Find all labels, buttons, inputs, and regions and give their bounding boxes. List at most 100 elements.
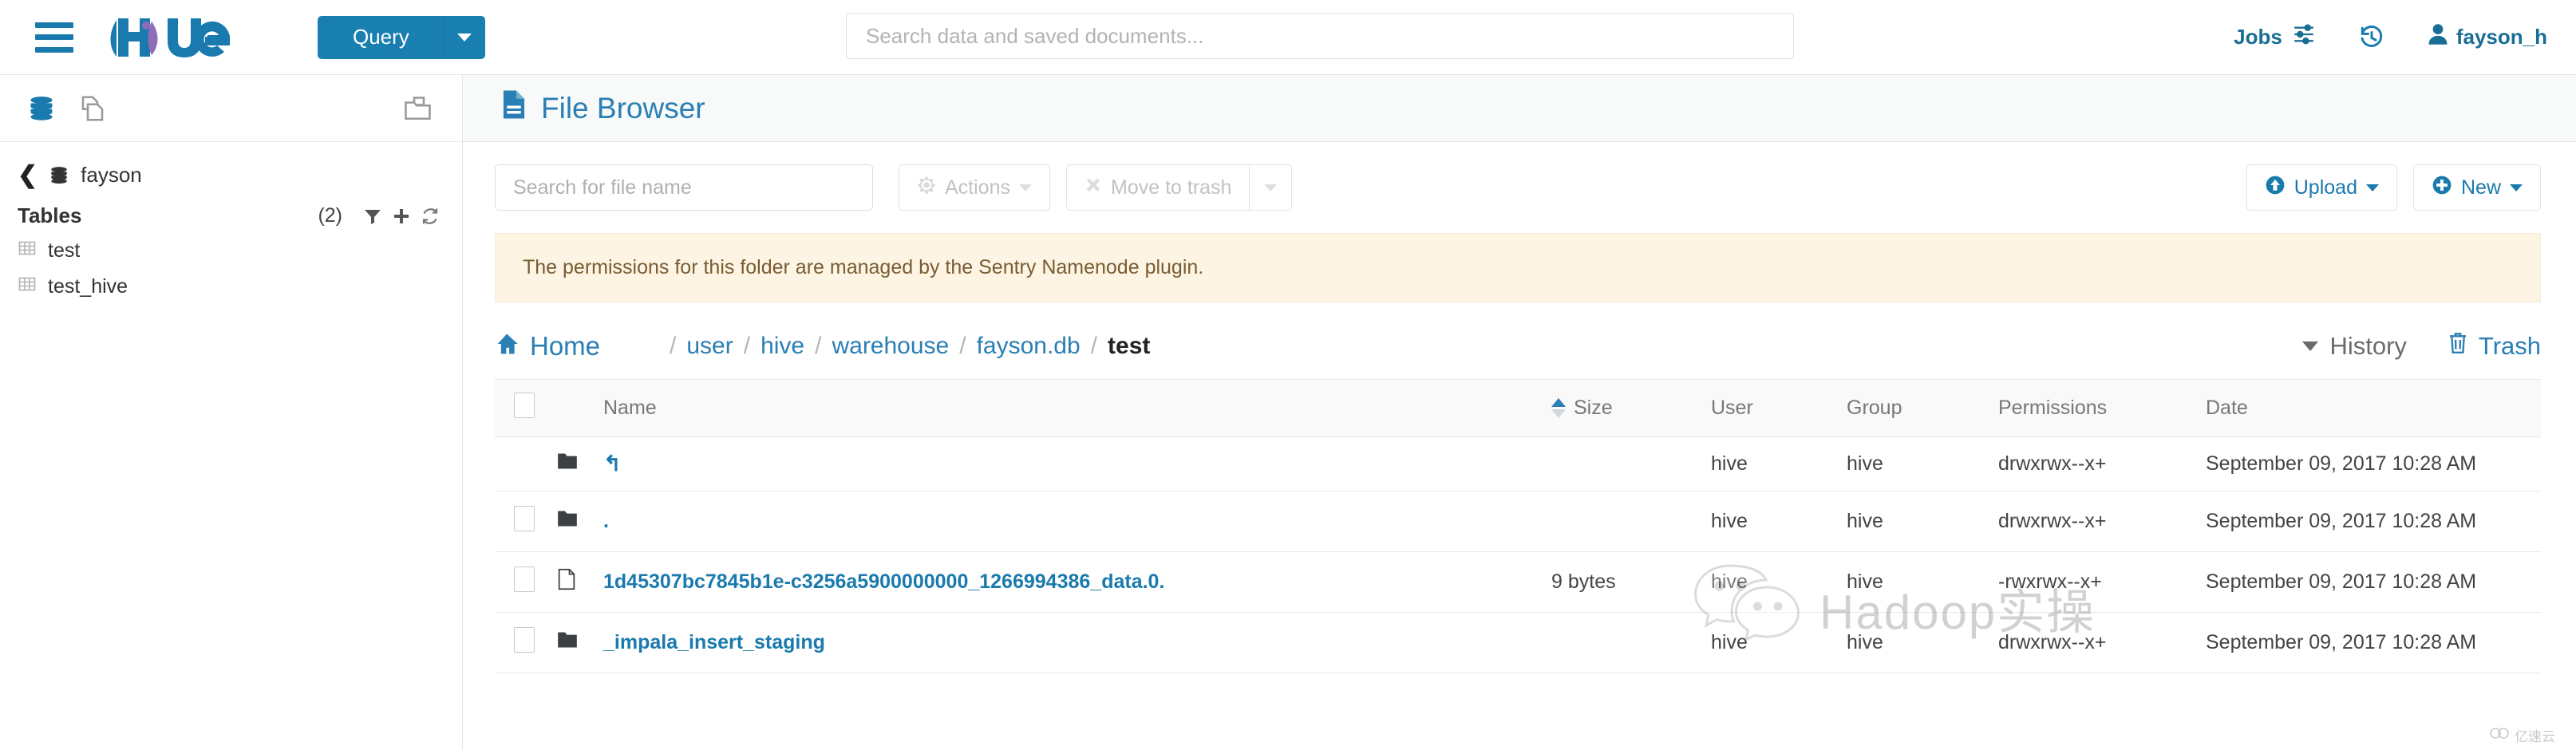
table-row[interactable]: 1d45307bc7845b1e-c3256a5900000000_126699…: [495, 552, 2541, 613]
select-all-header: [495, 380, 557, 437]
hamburger-menu-icon[interactable]: [35, 22, 73, 53]
alert-message: The permissions for this folder are mana…: [523, 256, 1203, 278]
breadcrumb-link-hive[interactable]: hive: [761, 333, 804, 360]
sort-ascending-icon: [1551, 398, 1566, 418]
upload-label: Upload: [2294, 176, 2357, 199]
breadcrumb-link-warehouse[interactable]: warehouse: [832, 333, 949, 360]
row-permissions-cell[interactable]: drwxrwx--x+: [1998, 437, 2206, 491]
gear-icon: [917, 176, 936, 200]
breadcrumb-separator: /: [670, 333, 676, 360]
circle-up-arrow-icon: [2265, 175, 2286, 201]
top-navigation-bar: Query Jobs: [0, 0, 2576, 75]
move-to-trash-button[interactable]: Move to trash: [1066, 164, 1249, 211]
sidebar-database-breadcrumb[interactable]: ❮ fayson: [0, 142, 462, 197]
caret-down-icon: [2510, 184, 2523, 191]
sliders-icon: [2292, 24, 2316, 50]
history-button[interactable]: History: [2302, 332, 2406, 361]
move-to-trash-button-group: Move to trash: [1066, 164, 1292, 211]
tables-title: Tables: [18, 203, 81, 228]
column-header-user[interactable]: User: [1711, 380, 1847, 437]
column-header-date[interactable]: Date: [2206, 380, 2541, 437]
file-name-link[interactable]: 1d45307bc7845b1e-c3256a5900000000_126699…: [603, 570, 1164, 593]
row-name-cell[interactable]: _impala_insert_staging: [603, 613, 1551, 673]
table-row[interactable]: . hive hive drwxrwx--x+ September 09, 20…: [495, 491, 2541, 552]
sidebar-icon-bar: [0, 75, 462, 142]
row-size-cell: [1551, 491, 1711, 552]
jobs-label: Jobs: [2234, 25, 2282, 49]
sidebar-item-table[interactable]: test: [0, 233, 462, 269]
row-group-cell: hive: [1847, 552, 1998, 613]
row-permissions-cell[interactable]: drwxrwx--x+: [1998, 491, 2206, 552]
user-menu[interactable]: fayson_h: [2428, 23, 2547, 51]
icon-header: [557, 380, 603, 437]
hue-logo[interactable]: [110, 15, 255, 60]
row-name-cell[interactable]: ↰: [603, 437, 1551, 491]
row-checkbox[interactable]: [514, 506, 535, 531]
column-header-size[interactable]: Size: [1551, 380, 1711, 437]
jobs-link[interactable]: Jobs: [2234, 24, 2316, 50]
row-permissions-cell[interactable]: -rwxrwx--x+: [1998, 552, 2206, 613]
trash-button[interactable]: Trash: [2447, 331, 2541, 361]
circle-plus-icon: [2432, 175, 2452, 201]
actions-label: Actions: [945, 176, 1010, 199]
parent-directory-link[interactable]: ↰: [603, 452, 622, 476]
file-name-link[interactable]: .: [603, 510, 609, 532]
page-title-label: File Browser: [541, 92, 705, 125]
column-header-name[interactable]: Name: [603, 380, 1551, 437]
filter-icon[interactable]: [363, 207, 382, 226]
table-row[interactable]: _impala_insert_staging hive hive drwxrwx…: [495, 613, 2541, 673]
chevron-left-icon[interactable]: ❮: [18, 164, 38, 188]
row-checkbox[interactable]: [514, 566, 535, 592]
row-date-cell: September 09, 2017 10:28 AM: [2206, 437, 2541, 491]
row-size-cell: [1551, 613, 1711, 673]
breadcrumb-separator: /: [744, 333, 750, 360]
row-date-cell: September 09, 2017 10:28 AM: [2206, 552, 2541, 613]
row-name-cell[interactable]: 1d45307bc7845b1e-c3256a5900000000_126699…: [603, 552, 1551, 613]
tables-count: (2): [318, 204, 342, 227]
upload-button[interactable]: Upload: [2246, 164, 2397, 211]
x-icon: [1085, 176, 1102, 199]
move-to-trash-dropdown-button[interactable]: [1249, 164, 1292, 211]
open-folder-icon[interactable]: [403, 94, 435, 123]
plus-icon[interactable]: [392, 207, 411, 226]
new-button[interactable]: New: [2413, 164, 2541, 211]
table-row[interactable]: ↰ hive hive drwxrwx--x+ September 09, 20…: [495, 437, 2541, 491]
query-dropdown-button[interactable]: [444, 16, 485, 59]
page-title: File Browser: [501, 89, 705, 127]
row-permissions-cell[interactable]: drwxrwx--x+: [1998, 613, 2206, 673]
row-size-cell: 9 bytes: [1551, 552, 1711, 613]
caret-down-icon: [2302, 341, 2318, 351]
sidebar-item-table[interactable]: test_hive: [0, 269, 462, 305]
breadcrumb-home-link[interactable]: Home: [495, 331, 600, 361]
row-name-cell[interactable]: .: [603, 491, 1551, 552]
main-content: File Browser Actions: [463, 75, 2576, 750]
global-search-input[interactable]: [846, 13, 1794, 59]
database-icon[interactable]: [27, 94, 56, 123]
table-icon: [18, 274, 37, 299]
breadcrumb-current: test: [1108, 333, 1150, 360]
left-sidebar: ❮ fayson Tables (2): [0, 75, 463, 750]
row-checkbox[interactable]: [514, 627, 535, 653]
select-all-checkbox[interactable]: [514, 393, 535, 418]
breadcrumb-path: / user / hive / warehouse / fayson.db / …: [659, 333, 1150, 360]
breadcrumb-separator: /: [815, 333, 821, 360]
refresh-icon[interactable]: [421, 207, 440, 226]
row-group-cell: hive: [1847, 491, 1998, 552]
row-icon-cell: [557, 552, 603, 613]
row-user-cell: hive: [1711, 552, 1847, 613]
column-header-group[interactable]: Group: [1847, 380, 1998, 437]
history-clock-icon[interactable]: [2359, 25, 2384, 50]
move-to-trash-label: Move to trash: [1111, 176, 1231, 199]
breadcrumb-link-user[interactable]: user: [686, 333, 733, 360]
file-name-link[interactable]: _impala_insert_staging: [603, 631, 825, 653]
file-search-input[interactable]: [495, 164, 873, 211]
table-header-row: Name Size User Group Permissions: [495, 380, 2541, 437]
query-button[interactable]: Query: [318, 16, 444, 59]
actions-button[interactable]: Actions: [899, 164, 1050, 211]
folder-icon: [557, 510, 578, 532]
breadcrumb-link-faysondb[interactable]: fayson.db: [977, 333, 1081, 360]
documents-icon[interactable]: [78, 94, 107, 123]
home-icon: [495, 331, 519, 361]
column-header-permissions[interactable]: Permissions: [1998, 380, 2206, 437]
breadcrumb-home-label: Home: [530, 331, 600, 361]
